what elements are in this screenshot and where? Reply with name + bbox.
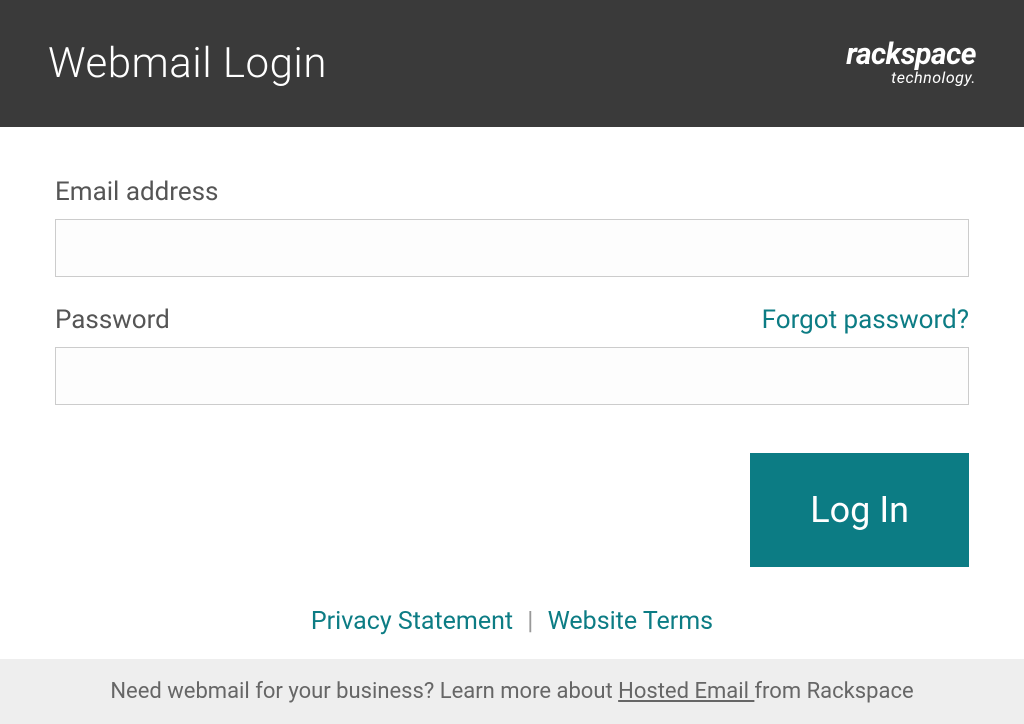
- password-label: Password: [55, 305, 170, 335]
- page-title: Webmail Login: [48, 39, 327, 88]
- promo-suffix: from Rackspace: [754, 679, 913, 704]
- email-input[interactable]: [55, 219, 969, 277]
- button-row: Log In: [55, 453, 969, 567]
- password-input[interactable]: [55, 347, 969, 405]
- password-field-group: Password Forgot password?: [55, 305, 969, 405]
- privacy-statement-link[interactable]: Privacy Statement: [311, 607, 513, 636]
- logo-main-text: rackspace: [846, 40, 976, 70]
- email-label: Email address: [55, 177, 218, 207]
- rackspace-logo: rackspace technology.: [846, 40, 976, 87]
- website-terms-link[interactable]: Website Terms: [548, 607, 714, 636]
- email-field-group: Email address: [55, 177, 969, 277]
- promo-bar: Need webmail for your business? Learn mo…: [0, 659, 1024, 724]
- header: Webmail Login rackspace technology.: [0, 0, 1024, 127]
- forgot-password-link[interactable]: Forgot password?: [762, 305, 969, 335]
- login-form: Email address Password Forgot password? …: [0, 127, 1024, 636]
- footer-links: Privacy Statement | Website Terms: [55, 607, 969, 636]
- footer-separator: |: [527, 607, 533, 636]
- hosted-email-link[interactable]: Hosted Email: [618, 679, 754, 704]
- promo-prefix: Need webmail for your business? Learn mo…: [110, 679, 618, 704]
- login-button[interactable]: Log In: [750, 453, 969, 567]
